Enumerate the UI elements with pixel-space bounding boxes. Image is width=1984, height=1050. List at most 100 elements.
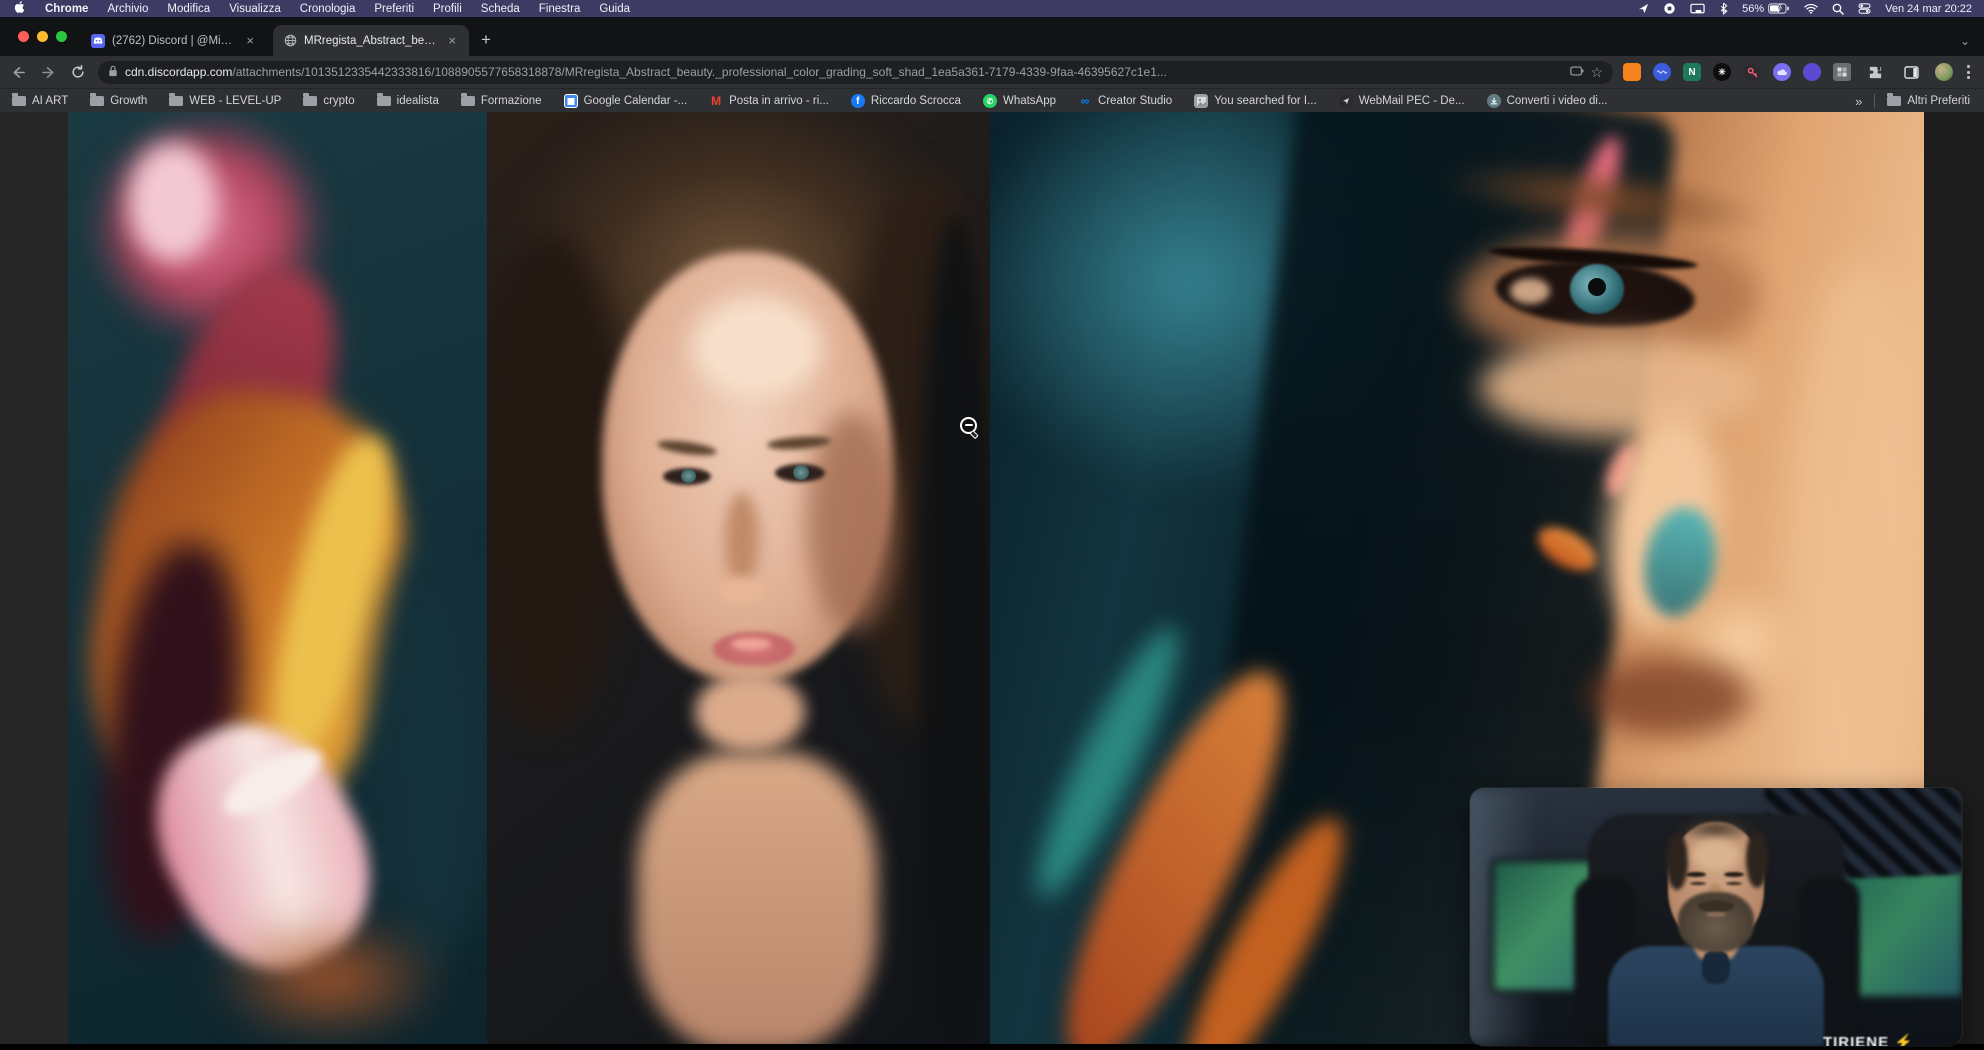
extension-grid-icon[interactable] <box>1833 63 1851 81</box>
window-controls <box>0 17 81 56</box>
extension-key-icon[interactable] <box>1743 63 1761 81</box>
bookmark-label: WebMail PEC - De... <box>1359 95 1465 107</box>
folder-icon <box>461 96 475 106</box>
menu-item-finestra[interactable]: Finestra <box>539 3 581 15</box>
menu-item-cronologia[interactable]: Cronologia <box>300 3 356 15</box>
bookmark-label: Growth <box>110 95 147 107</box>
bookmark-label: idealista <box>397 95 439 107</box>
bookmark-folder-ai-art[interactable]: AI ART <box>12 95 68 107</box>
webmail-icon <box>1339 94 1353 108</box>
wifi-icon[interactable] <box>1804 3 1818 14</box>
close-tab-icon[interactable]: × <box>445 33 459 48</box>
extension-purple-blob-icon[interactable] <box>1803 63 1821 81</box>
tab-search-chevron-icon[interactable]: ⌄ <box>1960 34 1970 48</box>
browser-toolbar: cdn.discordapp.com/attachments/101351233… <box>0 56 1984 88</box>
forward-button[interactable] <box>36 60 60 84</box>
bookmark-facebook-profile[interactable]: fRiccardo Scrocca <box>851 94 961 108</box>
bookmark-whatsapp[interactable]: ✆WhatsApp <box>983 94 1056 108</box>
zoom-window-button[interactable] <box>56 31 67 42</box>
spotlight-search-icon[interactable] <box>1832 3 1844 15</box>
url-text: cdn.discordapp.com/attachments/101351233… <box>125 65 1562 79</box>
folder-icon <box>1887 96 1901 106</box>
back-button[interactable] <box>6 60 30 84</box>
tab-discord[interactable]: (2762) Discord | @Midjourney × <box>81 25 267 56</box>
folder-icon <box>12 96 26 106</box>
menu-item-scheda[interactable]: Scheda <box>481 3 520 15</box>
bookmark-folder-crypto[interactable]: crypto <box>303 95 354 107</box>
menu-item-preferiti[interactable]: Preferiti <box>374 3 414 15</box>
bookmark-label: Posta in arrivo - ri... <box>729 95 829 107</box>
bookmark-label: You searched for I... <box>1214 95 1317 107</box>
folder-icon <box>303 96 317 106</box>
menu-item-guida[interactable]: Guida <box>599 3 630 15</box>
menu-item-chrome[interactable]: Chrome <box>45 3 88 15</box>
whatsapp-icon: ✆ <box>983 94 997 108</box>
extensions-puzzle-icon[interactable] <box>1863 60 1887 84</box>
minimize-window-button[interactable] <box>37 31 48 42</box>
location-services-icon[interactable] <box>1638 3 1649 14</box>
discord-favicon <box>91 34 105 48</box>
screen-record-icon[interactable] <box>1663 2 1676 15</box>
close-window-button[interactable] <box>18 31 29 42</box>
apple-logo-icon[interactable] <box>14 0 26 17</box>
extension-black-glyph-icon[interactable]: ✳ <box>1713 63 1731 81</box>
bookmark-label: AI ART <box>32 95 68 107</box>
extension-green-n-icon[interactable]: N <box>1683 63 1701 81</box>
bookmark-star-icon[interactable]: ☆ <box>1590 64 1603 81</box>
new-tab-button[interactable]: + <box>481 30 491 50</box>
artwork-panel-abstract[interactable] <box>68 112 487 1044</box>
asterisk-glyph: ✳ <box>1718 67 1726 78</box>
bookmark-label: Formazione <box>481 95 542 107</box>
lock-icon <box>108 65 118 80</box>
side-panel-icon[interactable] <box>1899 60 1923 84</box>
bookmark-folder-other[interactable]: Altri Preferiti <box>1887 95 1970 107</box>
menu-item-modifica[interactable]: Modifica <box>167 3 210 15</box>
bookmark-gmail-inbox[interactable]: M Posta in arrivo - ri... <box>709 94 829 108</box>
bookmark-video-converter[interactable]: Converti i video di... <box>1487 94 1608 108</box>
folder-icon <box>169 96 183 106</box>
bluetooth-icon[interactable] <box>1719 2 1728 15</box>
bookmarks-divider <box>1874 94 1875 108</box>
close-tab-icon[interactable]: × <box>243 33 257 48</box>
extension-metamask-icon[interactable] <box>1623 63 1641 81</box>
bookmark-folder-growth[interactable]: Growth <box>90 95 147 107</box>
macos-menu-bar: Chrome Archivio Modifica Visualizza Cron… <box>0 0 1984 17</box>
globe-favicon <box>283 34 297 48</box>
facebook-icon: f <box>851 94 865 108</box>
viewer-left-margin <box>0 112 68 1044</box>
reload-button[interactable] <box>66 60 90 84</box>
menu-item-visualizza[interactable]: Visualizza <box>229 3 281 15</box>
control-center-icon[interactable] <box>1858 3 1871 14</box>
extension-purple-cloud-icon[interactable] <box>1773 63 1791 81</box>
channel-watermark: TIRIENE ⚡ <box>1823 1033 1914 1046</box>
tab-image-active[interactable]: MRregista_Abstract_beauty._ × <box>273 25 469 56</box>
bookmark-folder-formazione[interactable]: Formazione <box>461 95 542 107</box>
url-domain: cdn.discordapp.com <box>125 65 232 79</box>
bookmarks-overflow-chevron[interactable]: » <box>1855 94 1862 109</box>
artwork-panel-portrait[interactable] <box>487 112 990 1044</box>
bookmark-google-calendar[interactable]: Google Calendar -... <box>564 94 688 108</box>
bookmark-folder-web-level-up[interactable]: WEB - LEVEL-UP <box>169 95 281 107</box>
profile-avatar[interactable] <box>1935 63 1953 81</box>
menu-item-archivio[interactable]: Archivio <box>107 3 148 15</box>
zoom-out-cursor <box>960 417 977 434</box>
tab-title: (2762) Discord | @Midjourney <box>112 35 236 47</box>
google-calendar-icon <box>564 94 578 108</box>
screen-mirroring-icon[interactable] <box>1690 3 1705 15</box>
menubar-clock[interactable]: Ven 24 mar 20:22 <box>1885 3 1972 15</box>
bookmark-webmail-pec[interactable]: WebMail PEC - De... <box>1339 94 1465 108</box>
page-content: TIRIENE ⚡ <box>0 112 1984 1050</box>
omnibox-action-icon[interactable] <box>1570 65 1584 79</box>
bookmark-folder-idealista[interactable]: idealista <box>377 95 439 107</box>
extension-blue-wave-icon[interactable] <box>1653 63 1671 81</box>
menu-item-profili[interactable]: Profili <box>433 3 462 15</box>
address-bar[interactable]: cdn.discordapp.com/attachments/101351233… <box>98 61 1613 84</box>
chrome-menu-kebab-icon[interactable] <box>1965 63 1972 81</box>
bookmark-label: crypto <box>323 95 354 107</box>
gmail-icon: M <box>709 94 723 108</box>
bookmark-you-searched[interactable]: You searched for I... <box>1194 94 1317 108</box>
spark-icon: ⚡ <box>1894 1034 1914 1046</box>
battery-status[interactable]: 56% <box>1742 3 1790 15</box>
bookmark-creator-studio[interactable]: ∞Creator Studio <box>1078 94 1172 108</box>
bookmark-label: WEB - LEVEL-UP <box>189 95 281 107</box>
